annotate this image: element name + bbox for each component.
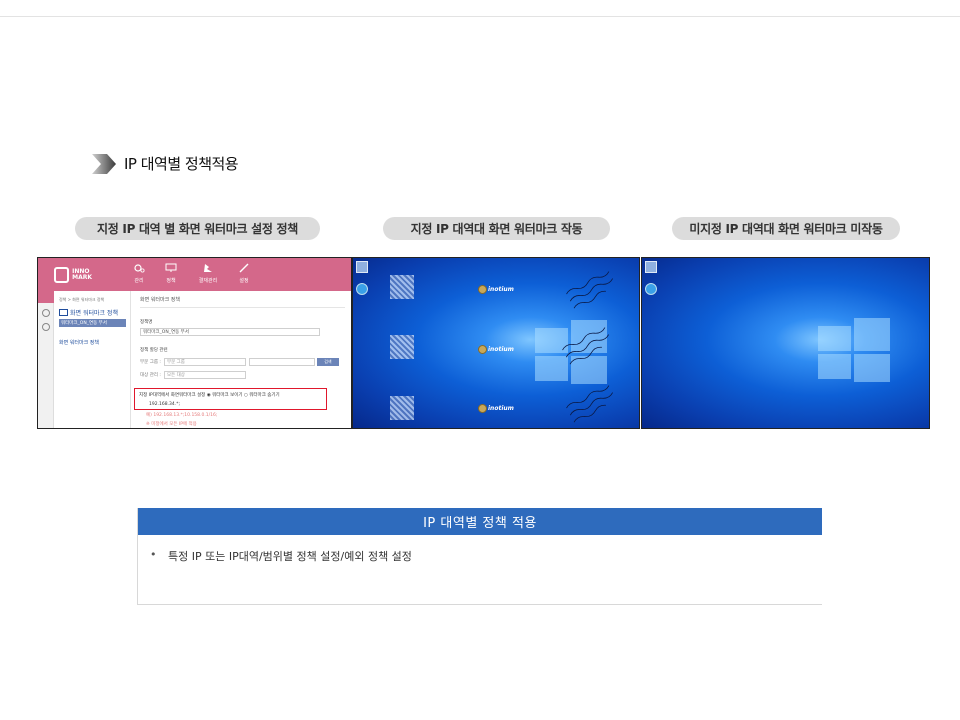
policy-name-input[interactable]: 워터마크_ON_연동 부서 bbox=[140, 328, 320, 336]
watermark-logo-2: inotium bbox=[478, 345, 514, 354]
watermark-logo-1: inotium bbox=[478, 285, 514, 294]
pen-icon bbox=[239, 263, 249, 273]
watermark-text-pattern-1 bbox=[566, 271, 614, 309]
menu-settings-label: 설정 bbox=[239, 278, 249, 284]
target-select[interactable]: 모든 대상 bbox=[163, 371, 246, 379]
scope-label: 정책 할당 관련 bbox=[140, 348, 168, 353]
menu-approval[interactable]: 결재관리 bbox=[195, 263, 221, 284]
gear-icon bbox=[134, 264, 145, 273]
logo-mark-icon bbox=[54, 267, 70, 283]
menu-manage[interactable]: 관리 bbox=[126, 263, 152, 284]
target-label: 대상 관리 : bbox=[140, 373, 161, 378]
bullet-point: • bbox=[150, 548, 157, 561]
rail-expand-button[interactable] bbox=[38, 291, 54, 303]
tree-root-label: 화면 워터마크 정책 bbox=[70, 310, 118, 317]
group-row: 부문 그룹 : 부문 그룹 검색 bbox=[140, 358, 345, 366]
browser-icon bbox=[356, 283, 368, 295]
logo-text-line2: MARK bbox=[72, 274, 92, 281]
recycle-bin-icon bbox=[645, 261, 657, 273]
panel-title: 화면 워터마크 정책 bbox=[140, 296, 345, 308]
ip-example-note: 예) 192.168.13.*;10.158.0.1/16; bbox=[146, 413, 218, 418]
watermark-emblem-icon bbox=[478, 285, 487, 294]
tree-monitor-icon bbox=[59, 309, 68, 316]
policy-name-label: 정책명 bbox=[140, 320, 153, 325]
info-table-row: • 특정 IP 또는 IP대역/범위별 정책 설정/예외 정책 설정 bbox=[138, 535, 822, 564]
watermark-qr-3 bbox=[390, 396, 414, 420]
chevron-arrow-icon bbox=[92, 153, 116, 174]
group-text-field[interactable] bbox=[248, 358, 315, 366]
rail-add-icon[interactable] bbox=[41, 309, 50, 317]
caption-pill-1: 지정 IP 대역 별 화면 워터마크 설정 정책 bbox=[75, 217, 320, 240]
caption-pill-2: 지정 IP 대역대 화면 워터마크 작동 bbox=[383, 217, 610, 240]
menu-settings[interactable]: 설정 bbox=[231, 263, 257, 284]
rail-search-icon[interactable] bbox=[41, 323, 50, 331]
search-button[interactable]: 검색 bbox=[316, 358, 339, 366]
menu-manage-label: 관리 bbox=[134, 278, 144, 284]
left-rail bbox=[38, 291, 54, 428]
section-title: IP 대역별 정책적용 bbox=[124, 155, 239, 173]
stamp-icon bbox=[204, 264, 212, 272]
group-select[interactable]: 부문 그룹 bbox=[163, 358, 246, 366]
menu-policy-label: 정책 bbox=[166, 278, 176, 284]
desktop-watermark-off-screenshot bbox=[641, 257, 930, 429]
watermark-qr-2 bbox=[390, 335, 414, 359]
target-row: 대상 관리 : 모든 대상 bbox=[140, 371, 345, 379]
ip-watermark-option[interactable]: 지정 IP대역에서 화면워터마크 설정 ◉ 워터마크 보이기 ○ 워터마크 숨기… bbox=[139, 392, 280, 398]
recycle-bin-icon bbox=[356, 261, 368, 273]
ip-range-value[interactable]: 192.168.34.*; bbox=[149, 402, 180, 407]
watermark-emblem-icon bbox=[478, 404, 487, 413]
monitor-icon bbox=[165, 263, 177, 272]
tree-item-2[interactable]: 화면 워터마크 정책 bbox=[59, 339, 126, 346]
policy-detail-panel: 화면 워터마크 정책 정책명 워터마크_ON_연동 부서 정책 할당 관련 부문… bbox=[134, 291, 351, 428]
admin-topbar: INNO MARK 관리 정책 결재관리 설정 bbox=[38, 258, 351, 291]
desktop-watermark-on-screenshot: inotium inotium inotium bbox=[352, 257, 640, 429]
browser-icon bbox=[645, 283, 657, 295]
info-description: 특정 IP 또는 IP대역/범위별 정책 설정/예외 정책 설정 bbox=[168, 550, 412, 563]
top-divider bbox=[0, 16, 960, 17]
admin-console-screenshot: INNO MARK 관리 정책 결재관리 설정 정책 > 화면 워터마크 정책 bbox=[37, 257, 352, 429]
windows-logo bbox=[818, 318, 890, 382]
info-table: IP 대역별 정책 적용 • 특정 IP 또는 IP대역/범위별 정책 설정/예… bbox=[137, 508, 822, 605]
group-label: 부문 그룹 : bbox=[140, 360, 161, 365]
watermark-qr-1 bbox=[390, 275, 414, 299]
breadcrumb: 정책 > 화면 워터마크 정책 bbox=[59, 297, 105, 302]
info-table-header: IP 대역별 정책 적용 bbox=[138, 508, 822, 535]
watermark-emblem-icon bbox=[478, 345, 487, 354]
ip-default-note: ※ 미정에서 모든 IP에 적용 bbox=[146, 422, 197, 427]
menu-policy[interactable]: 정책 bbox=[158, 263, 184, 284]
caption-pill-3: 미지정 IP 대역대 화면 워터마크 미작동 bbox=[672, 217, 900, 240]
tree-item-selected[interactable]: 워터마크_ON_연동 부서 bbox=[59, 319, 126, 327]
policy-tree: 정책 > 화면 워터마크 정책 화면 워터마크 정책 워터마크_ON_연동 부서… bbox=[55, 291, 131, 428]
tree-root[interactable]: 화면 워터마크 정책 bbox=[59, 308, 126, 317]
innomark-logo: INNO MARK bbox=[54, 265, 92, 285]
watermark-logo-3: inotium bbox=[478, 404, 514, 413]
section-heading: IP 대역별 정책적용 bbox=[92, 153, 239, 174]
menu-approval-label: 결재관리 bbox=[198, 278, 218, 284]
